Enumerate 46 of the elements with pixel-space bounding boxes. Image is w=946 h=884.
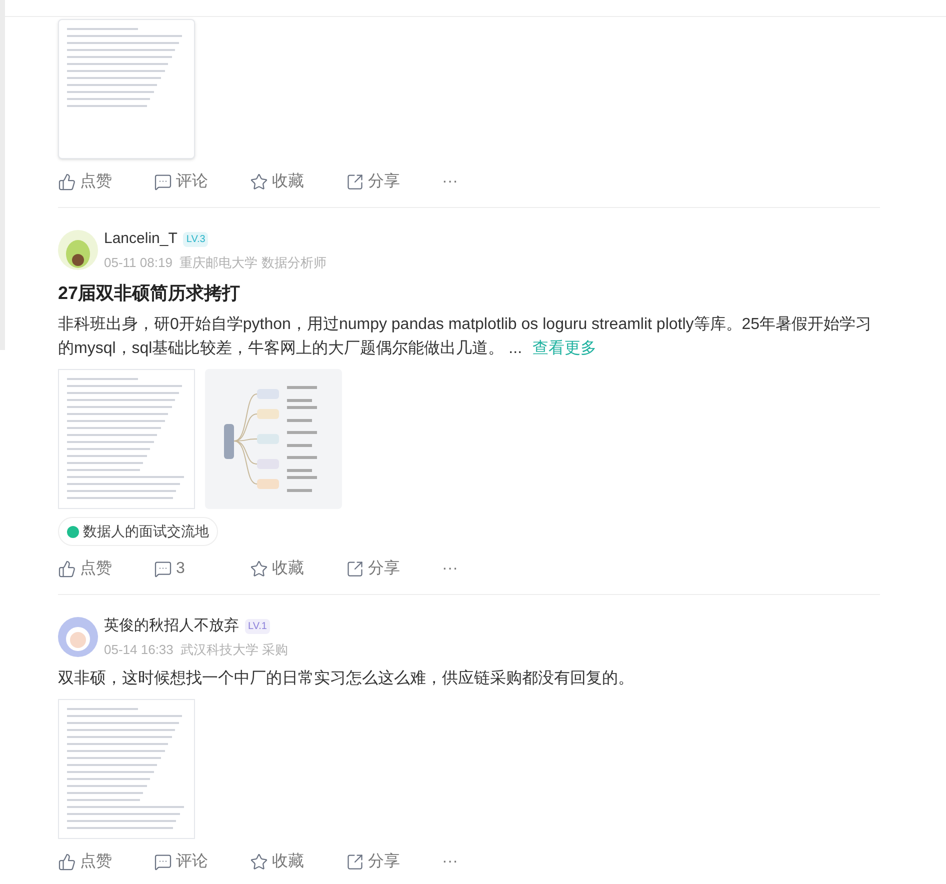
comment-icon bbox=[154, 853, 172, 871]
comment-action[interactable]: 评论 bbox=[154, 170, 250, 194]
thumbs-up-icon bbox=[58, 853, 76, 871]
comment-action[interactable]: 评论 bbox=[154, 850, 250, 874]
post-body: 非科班出身，研0开始自学python，用过numpy pandas matplotlib os loguru streamlit plotly等库。25年暑假开始学习的mysql，sql基础比较差，牛客网上的大厂题偶尔能做出几道。 ... 查看更多 bbox=[58, 314, 873, 359]
star-icon bbox=[250, 173, 268, 191]
level-badge: LV.1 bbox=[245, 618, 270, 634]
comment-icon bbox=[154, 560, 172, 578]
astronaut-avatar[interactable] bbox=[58, 617, 98, 657]
more-action[interactable]: ··· bbox=[442, 557, 538, 581]
post-body: 双非硕，这时候想找一个中厂的日常实习怎么这么难，供应链采购都没有回复的。 bbox=[58, 668, 635, 689]
resume-thumbnail[interactable] bbox=[58, 369, 195, 509]
post-meta: 05-11 08:19 重庆邮电大学 数据分析师 bbox=[104, 254, 326, 272]
like-action[interactable]: 点赞 bbox=[58, 557, 154, 581]
comment-action[interactable]: 3 bbox=[154, 557, 250, 581]
post-title[interactable]: 27届双非硕简历求拷打 bbox=[58, 280, 880, 307]
more-action[interactable]: ··· bbox=[442, 170, 538, 194]
author-name[interactable]: 英俊的秋招人不放弃 bbox=[104, 615, 239, 638]
level-badge: LV.3 bbox=[183, 232, 208, 247]
see-more-link[interactable]: 查看更多 bbox=[532, 340, 596, 357]
favorite-action[interactable]: 收藏 bbox=[250, 170, 346, 194]
star-icon bbox=[250, 853, 268, 871]
post-meta: 05-14 16:33 武汉科技大学 采购 bbox=[104, 640, 288, 658]
share-icon bbox=[346, 173, 364, 191]
share-icon bbox=[346, 853, 364, 871]
more-action[interactable]: ··· bbox=[442, 850, 538, 874]
avocado-avatar[interactable] bbox=[58, 230, 98, 270]
comment-icon bbox=[154, 173, 172, 191]
share-icon bbox=[346, 560, 364, 578]
share-action[interactable]: 分享 bbox=[346, 850, 442, 874]
share-action[interactable]: 分享 bbox=[346, 170, 442, 194]
favorite-action[interactable]: 收藏 bbox=[250, 557, 346, 581]
thumbs-up-icon bbox=[58, 560, 76, 578]
topic-icon bbox=[67, 526, 79, 538]
notice-screenshot[interactable] bbox=[58, 19, 195, 159]
star-icon bbox=[250, 560, 268, 578]
mindmap-thumbnail[interactable] bbox=[205, 369, 342, 509]
author-name[interactable]: Lancelin_T bbox=[104, 228, 178, 250]
topic-name: 数据人的面试交流地 bbox=[83, 522, 209, 541]
share-action[interactable]: 分享 bbox=[346, 557, 442, 581]
thumbs-up-icon bbox=[58, 173, 76, 191]
resume-thumbnail[interactable] bbox=[58, 699, 195, 839]
like-action[interactable]: 点赞 bbox=[58, 170, 154, 194]
favorite-action[interactable]: 收藏 bbox=[250, 850, 346, 874]
like-action[interactable]: 点赞 bbox=[58, 850, 154, 874]
topic-tag[interactable]: 数据人的面试交流地 bbox=[58, 517, 218, 546]
